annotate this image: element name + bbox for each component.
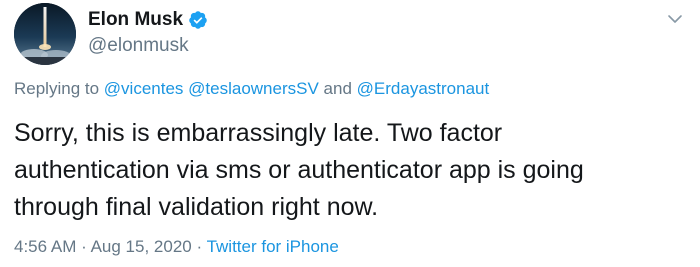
display-name[interactable]: Elon Musk xyxy=(88,8,183,32)
tweet-time[interactable]: 4:56 AM xyxy=(14,237,76,256)
mention-link[interactable]: @teslaownersSV xyxy=(188,79,319,98)
rocket-launch-avatar-icon xyxy=(14,3,76,65)
tweet-text: Sorry, this is embarrassingly late. Two … xyxy=(14,115,686,226)
mention-link[interactable]: @vicentes xyxy=(104,79,184,98)
mention-link[interactable]: @Erdayastronaut xyxy=(357,79,490,98)
user-handle[interactable]: @elonmusk xyxy=(88,34,189,58)
avatar[interactable] xyxy=(14,3,76,65)
meta-separator: · xyxy=(81,237,87,256)
replying-to-line: Replying to @vicentes @teslaownersSV and… xyxy=(14,78,489,100)
chevron-down-icon[interactable] xyxy=(666,10,684,28)
verified-badge-icon xyxy=(189,11,207,29)
tweet-card: Elon Musk @elonmusk Replying to @vicente… xyxy=(0,0,700,267)
display-name-row: Elon Musk xyxy=(88,8,208,32)
tweet-date[interactable]: Aug 15, 2020 xyxy=(91,237,192,256)
replying-joiner: and xyxy=(323,79,352,98)
tweet-metadata: 4:56 AM · Aug 15, 2020 · Twitter for iPh… xyxy=(14,236,339,258)
meta-separator: · xyxy=(196,237,203,256)
tweet-text-line: Sorry, this is embarrassingly late. Two … xyxy=(14,119,503,147)
tweet-source-link[interactable]: Twitter for iPhone xyxy=(207,237,339,256)
tweet-text-line: through final validation right now. xyxy=(14,193,379,221)
tweet-text-line: authentication via sms or authenticator … xyxy=(14,156,584,184)
replying-to-label: Replying to xyxy=(14,79,100,98)
